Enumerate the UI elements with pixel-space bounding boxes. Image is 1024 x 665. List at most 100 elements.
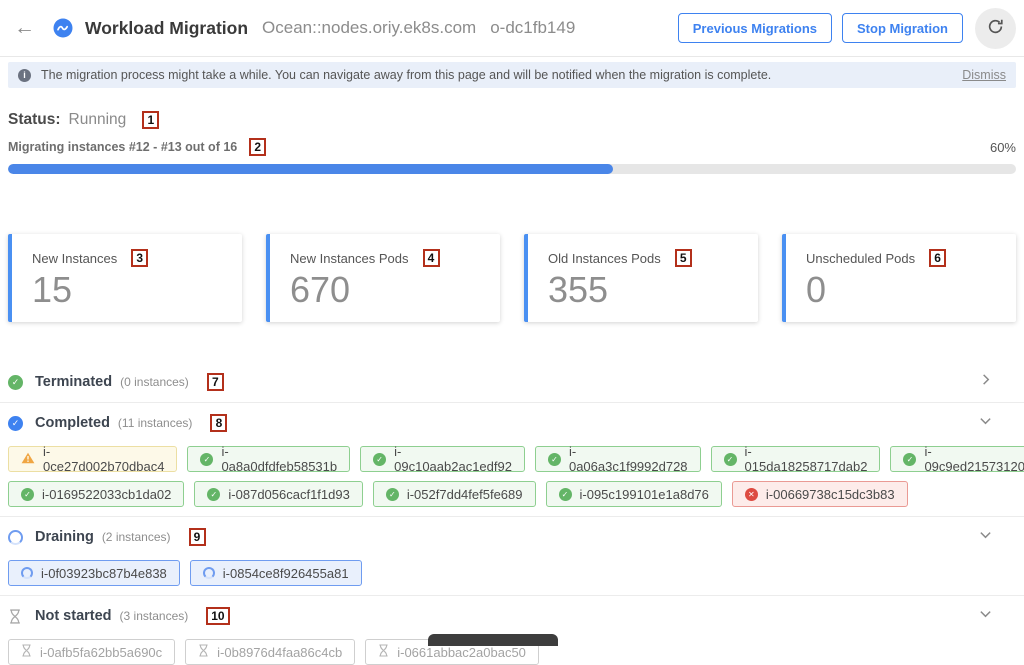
progress-text-row: Migrating instances #12 - #13 out of 16 … xyxy=(8,138,1016,156)
instance-id: i-095c199101e1a8d76 xyxy=(580,487,709,502)
warning-triangle-icon xyxy=(21,452,35,467)
instance-id: i-0b8976d4faa86c4cb xyxy=(217,645,342,660)
instance-id: i-0afb5fa62bb5a690c xyxy=(40,645,162,660)
section-title: Draining xyxy=(35,529,94,545)
instance-id: i-09c10aab2ac1edf92 xyxy=(394,444,512,474)
instance-chip: i-0b8976d4faa86c4cb xyxy=(185,639,355,665)
section-title: Terminated xyxy=(35,374,112,390)
info-banner: i The migration process might take a whi… xyxy=(8,62,1016,88)
annotation-2: 2 xyxy=(249,138,266,156)
instance-id: i-09c9ed21573120476 xyxy=(924,444,1024,474)
info-icon: i xyxy=(18,69,31,82)
status-value: Running xyxy=(69,111,127,129)
instance-chip: ✕ i-00669738c15dc3b83 xyxy=(732,481,908,507)
back-arrow-icon[interactable]: ← xyxy=(14,16,35,40)
check-circle-icon: ✓ xyxy=(8,375,23,390)
check-circle-icon: ✓ xyxy=(207,488,220,501)
annotation-6: 6 xyxy=(929,249,946,267)
completed-chips-row-1: i-0ce27d002b70dbac4 ✓ i-0a8a0dfdfeb58531… xyxy=(8,446,1016,472)
instance-chip: i-0854ce8f926455a81 xyxy=(190,560,362,586)
annotation-10: 10 xyxy=(206,607,229,625)
card-new-instances: New Instances3 15 xyxy=(8,234,242,322)
hourglass-icon xyxy=(8,609,23,624)
refresh-icon xyxy=(987,18,1004,38)
refresh-button[interactable] xyxy=(975,8,1016,49)
instance-id: i-0f03923bc87b4e838 xyxy=(41,566,167,581)
card-unscheduled-pods: Unscheduled Pods 6 0 xyxy=(782,234,1016,322)
cluster-name: Ocean::nodes.oriy.ek8s.com xyxy=(262,18,476,38)
dismiss-link[interactable]: Dismiss xyxy=(962,68,1006,82)
check-circle-icon: ✓ xyxy=(548,453,561,466)
status-row: Status: Running 1 xyxy=(8,111,1016,129)
annotation-3: 3 xyxy=(131,249,148,267)
instance-chip: ✓ i-015da18258717dab2 xyxy=(711,446,881,472)
status-label: Status: xyxy=(8,111,61,129)
hourglass-icon xyxy=(21,644,32,660)
instance-chip: ✓ i-0169522033cb1da02 xyxy=(8,481,184,507)
section-count: (0 instances) xyxy=(120,375,189,389)
banner-message: The migration process might take a while… xyxy=(41,68,771,82)
annotation-1: 1 xyxy=(142,111,159,129)
instance-chip: ✓ i-0a8a0dfdfeb58531b xyxy=(187,446,350,472)
stop-migration-button[interactable]: Stop Migration xyxy=(842,13,963,43)
instance-chip: ✓ i-0a06a3c1f9992d728 xyxy=(535,446,701,472)
card-old-instances-pods: Old Instances Pods5 355 xyxy=(524,234,758,322)
migration-id: o-dc1fb149 xyxy=(490,18,575,38)
annotation-8: 8 xyxy=(210,414,227,432)
check-circle-icon: ✓ xyxy=(724,453,737,466)
card-label: Old Instances Pods xyxy=(548,251,661,266)
chevron-down-icon[interactable] xyxy=(979,414,992,432)
instance-chip: i-0afb5fa62bb5a690c xyxy=(8,639,175,665)
instance-id: i-00669738c15dc3b83 xyxy=(766,487,895,502)
page-header: ← Workload Migration Ocean::nodes.oriy.e… xyxy=(0,0,1024,57)
check-circle-icon: ✓ xyxy=(903,453,916,466)
instance-id: i-015da18258717dab2 xyxy=(745,444,868,474)
instance-id: i-0854ce8f926455a81 xyxy=(223,566,349,581)
instance-chip: ✓ i-052f7dd4fef5fe689 xyxy=(373,481,536,507)
instance-chip: ✓ i-087d056cacf1f1d93 xyxy=(194,481,362,507)
annotation-9: 9 xyxy=(189,528,206,546)
chevron-right-icon[interactable] xyxy=(979,373,992,391)
section-completed[interactable]: ✓ Completed (11 instances) 8 xyxy=(0,403,1024,443)
ocean-logo-icon xyxy=(53,18,73,38)
instance-id: i-0a8a0dfdfeb58531b xyxy=(221,444,337,474)
instance-id: i-0661abbac2a0bac50 xyxy=(397,645,526,660)
spinner-icon xyxy=(203,567,215,579)
check-circle-icon: ✓ xyxy=(8,416,23,431)
check-circle-icon: ✓ xyxy=(386,488,399,501)
annotation-7: 7 xyxy=(207,373,224,391)
instance-chip: ✓ i-09c10aab2ac1edf92 xyxy=(360,446,525,472)
section-count: (3 instances) xyxy=(120,609,189,623)
annotation-4: 4 xyxy=(423,249,440,267)
previous-migrations-button[interactable]: Previous Migrations xyxy=(678,13,832,43)
card-label: New Instances Pods xyxy=(290,251,409,266)
summary-cards: New Instances3 15 New Instances Pods4 67… xyxy=(8,234,1016,322)
check-circle-icon: ✓ xyxy=(559,488,572,501)
section-terminated[interactable]: ✓ Terminated (0 instances) 7 xyxy=(0,362,1024,402)
card-label: Unscheduled Pods xyxy=(806,251,915,266)
section-title: Completed xyxy=(35,415,110,431)
instance-id: i-087d056cacf1f1d93 xyxy=(228,487,349,502)
instance-chip: i-0ce27d002b70dbac4 xyxy=(8,446,177,472)
chevron-down-icon[interactable] xyxy=(979,607,992,625)
page-title: Workload Migration xyxy=(85,18,248,39)
progress-percent: 60% xyxy=(990,140,1016,155)
spinner-icon xyxy=(8,530,23,545)
progress-bar xyxy=(8,164,1016,174)
check-circle-icon: ✓ xyxy=(200,453,213,466)
section-not-started[interactable]: Not started (3 instances) 10 xyxy=(0,596,1024,636)
draining-chips: i-0f03923bc87b4e838 i-0854ce8f926455a81 xyxy=(8,560,1016,586)
instance-chip: ✓ i-09c9ed21573120476 xyxy=(890,446,1024,472)
completed-chips-row-2: ✓ i-0169522033cb1da02 ✓ i-087d056cacf1f1… xyxy=(8,481,1016,507)
section-draining[interactable]: Draining (2 instances) 9 xyxy=(0,517,1024,557)
progress-fill xyxy=(8,164,613,174)
bottom-overlay xyxy=(428,634,558,646)
card-value: 15 xyxy=(32,270,242,310)
spinner-icon xyxy=(21,567,33,579)
card-value: 0 xyxy=(806,270,1016,310)
instance-id: i-0169522033cb1da02 xyxy=(42,487,171,502)
instance-id: i-052f7dd4fef5fe689 xyxy=(407,487,523,502)
chevron-down-icon[interactable] xyxy=(979,528,992,546)
instance-id: i-0ce27d002b70dbac4 xyxy=(43,444,164,474)
check-circle-icon: ✓ xyxy=(21,488,34,501)
